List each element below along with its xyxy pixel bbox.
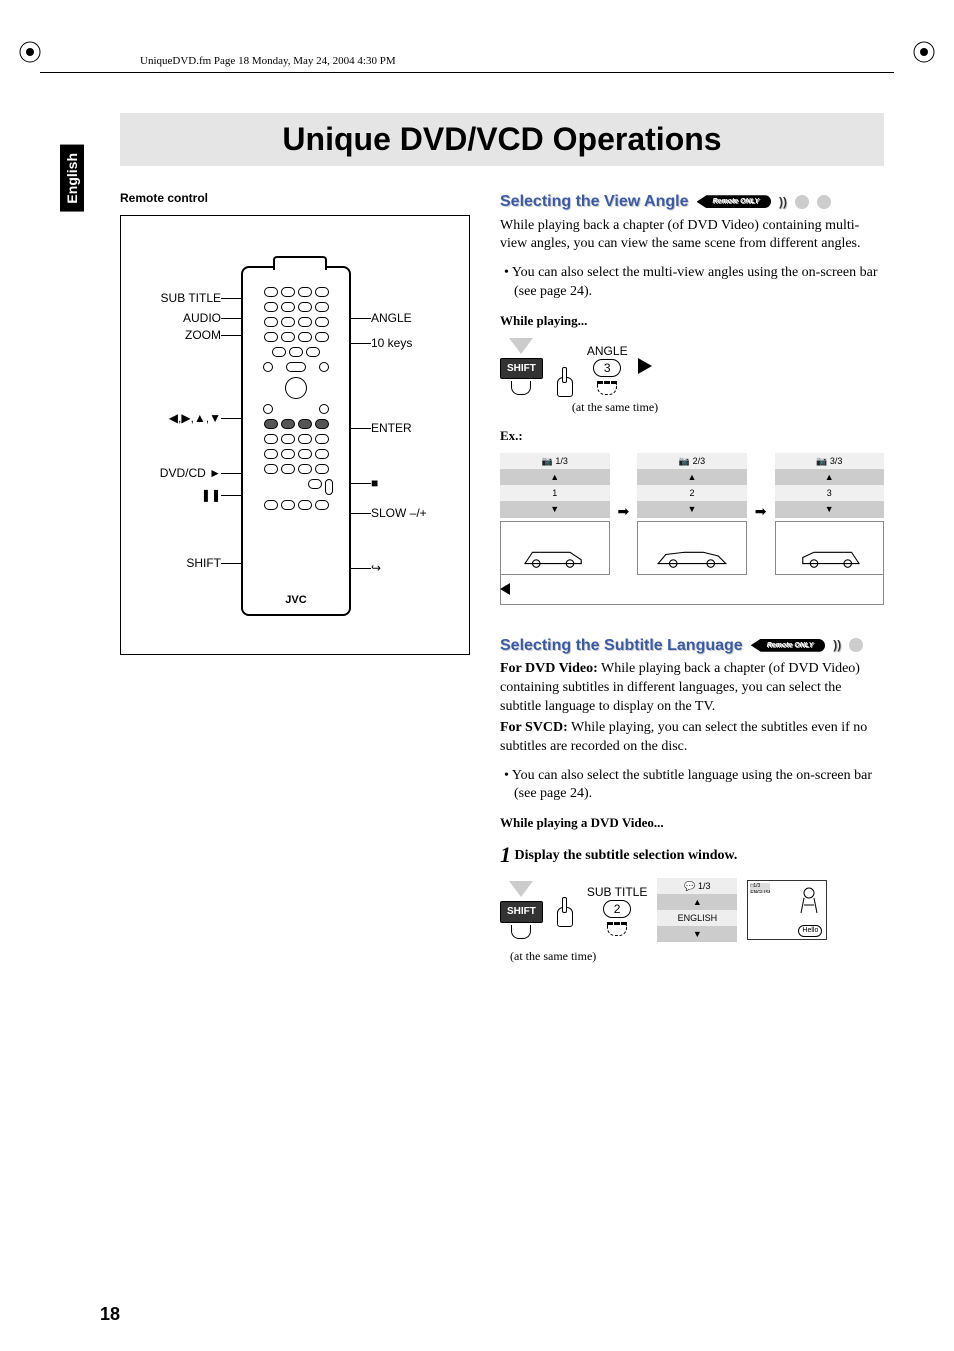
car-illustration (500, 521, 610, 575)
crop-mark (912, 40, 936, 64)
ex-top: 1/3 (555, 455, 568, 467)
remote-diagram: SUB TITLE AUDIO ZOOM ◀,▶,▲,▼ DVD/CD ► ❚❚… (120, 215, 470, 655)
speech-bubble: Hello (798, 925, 822, 936)
hand-press-icon (553, 365, 577, 395)
angle-bullet: • You can also select the multi-view ang… (504, 264, 884, 302)
ex-bottom: 3 (775, 485, 885, 501)
while-playing-label: While playing... (500, 312, 884, 330)
step-text: Display the subtitle selection window. (515, 848, 738, 863)
angle-btn-label: ANGLE (587, 343, 628, 359)
arrow-right-icon: ➡ (618, 504, 630, 523)
disc-indicator (795, 195, 809, 209)
hand-press-icon (553, 895, 577, 925)
running-header: UniqueDVD.fm Page 18 Monday, May 24, 200… (40, 0, 894, 73)
crop-mark (18, 40, 42, 64)
ex-top: 2/3 (693, 455, 706, 467)
page-title: Unique DVD/VCD Operations (120, 121, 884, 158)
remote-only-badge: Remote ONLY (697, 195, 772, 208)
arrow-right-icon (638, 358, 652, 374)
disc-indicator (817, 195, 831, 209)
callout-cursor: ◀,▶,▲,▼ (121, 411, 221, 425)
signal-icon: )) (779, 194, 787, 210)
ex-top: 3/3 (830, 455, 843, 467)
callout-subtitle: SUB TITLE (121, 291, 221, 305)
callout-zoom: ZOOM (121, 328, 221, 342)
callout-stop: ■ (371, 476, 378, 490)
shift-button-label: SHIFT (500, 358, 543, 380)
header-text: UniqueDVD.fm Page 18 Monday, May 24, 200… (140, 55, 396, 67)
for-dvd-label: For DVD Video: (500, 661, 598, 676)
callout-return: ↪ (371, 561, 381, 575)
osd-top: 1/3 (698, 881, 711, 891)
callout-shift: SHIFT (121, 556, 221, 570)
ex-label: Ex.: (500, 427, 884, 445)
callout-angle: ANGLE (371, 311, 412, 325)
remote-body: JVC (241, 266, 351, 616)
page-title-bar: Unique DVD/VCD Operations (120, 113, 884, 166)
callout-enter: ENTER (371, 421, 412, 435)
subtitle-number-button: 2 (603, 900, 631, 918)
osd-bottom: ENGLISH (657, 910, 737, 926)
page-number: 18 (100, 1304, 120, 1324)
ex-bottom: 1 (500, 485, 610, 501)
subtitle-para-dvd: For DVD Video: While playing back a chap… (500, 660, 884, 717)
press-arrow-icon (509, 338, 533, 354)
subtitle-para-svcd: For SVCD: While playing, you can select … (500, 719, 884, 757)
callout-pause: ❚❚ (121, 488, 221, 502)
callout-dvdcd: DVD/CD ► (121, 466, 221, 480)
angle-paragraph: While playing back a chapter (of DVD Vid… (500, 217, 884, 255)
arrow-right-icon: ➡ (755, 504, 767, 523)
section-angle-title: Selecting the View Angle (500, 191, 689, 213)
signal-icon: )) (833, 637, 841, 653)
step-number: 1 (500, 842, 511, 867)
disc-indicator (849, 638, 863, 652)
car-illustration (775, 521, 885, 575)
shift-button-label: SHIFT (500, 901, 543, 923)
tv-illustration: □1/3ENGLISH Hello (747, 880, 827, 940)
step-1: 1 Display the subtitle selection window. (500, 840, 884, 870)
example-cell: 📷 1/3 ▲ 1 ▼ (500, 453, 610, 575)
for-svcd-label: For SVCD: (500, 720, 568, 735)
angle-number-button: 3 (593, 359, 621, 377)
while-playing-dvd-label: While playing a DVD Video... (500, 814, 884, 832)
example-cell: 📷 2/3 ▲ 2 ▼ (637, 453, 747, 575)
example-cell: 📷 3/3 ▲ 3 ▼ (775, 453, 885, 575)
subtitle-btn-label: SUB TITLE (587, 884, 647, 900)
callout-audio: AUDIO (121, 311, 221, 325)
callout-slow: SLOW –/+ (371, 506, 427, 520)
section-subtitle-heading: Selecting the Subtitle Language Remote O… (500, 635, 884, 657)
subtitle-bullet: • You can also select the subtitle langu… (504, 767, 884, 805)
subtitle-osd: 💬 1/3 ▲ ENGLISH ▼ (657, 878, 737, 943)
callout-tenkeys: 10 keys (371, 336, 412, 350)
car-illustration (637, 521, 747, 575)
section-angle-heading: Selecting the View Angle Remote ONLY )) (500, 191, 884, 213)
remote-brand: JVC (243, 594, 349, 606)
cycle-arrow-box (500, 575, 884, 605)
ex-bottom: 2 (637, 485, 747, 501)
remote-box-title: Remote control (120, 191, 470, 205)
same-time-note: (at the same time) (510, 948, 884, 964)
same-time-note: (at the same time) (500, 399, 730, 415)
press-arrow-icon (509, 881, 533, 897)
example-row: 📷 1/3 ▲ 1 ▼ ➡ 📷 2/3 ▲ 2 ▼ (500, 453, 884, 575)
remote-only-badge: Remote ONLY (751, 639, 826, 652)
section-subtitle-title: Selecting the Subtitle Language (500, 635, 743, 657)
